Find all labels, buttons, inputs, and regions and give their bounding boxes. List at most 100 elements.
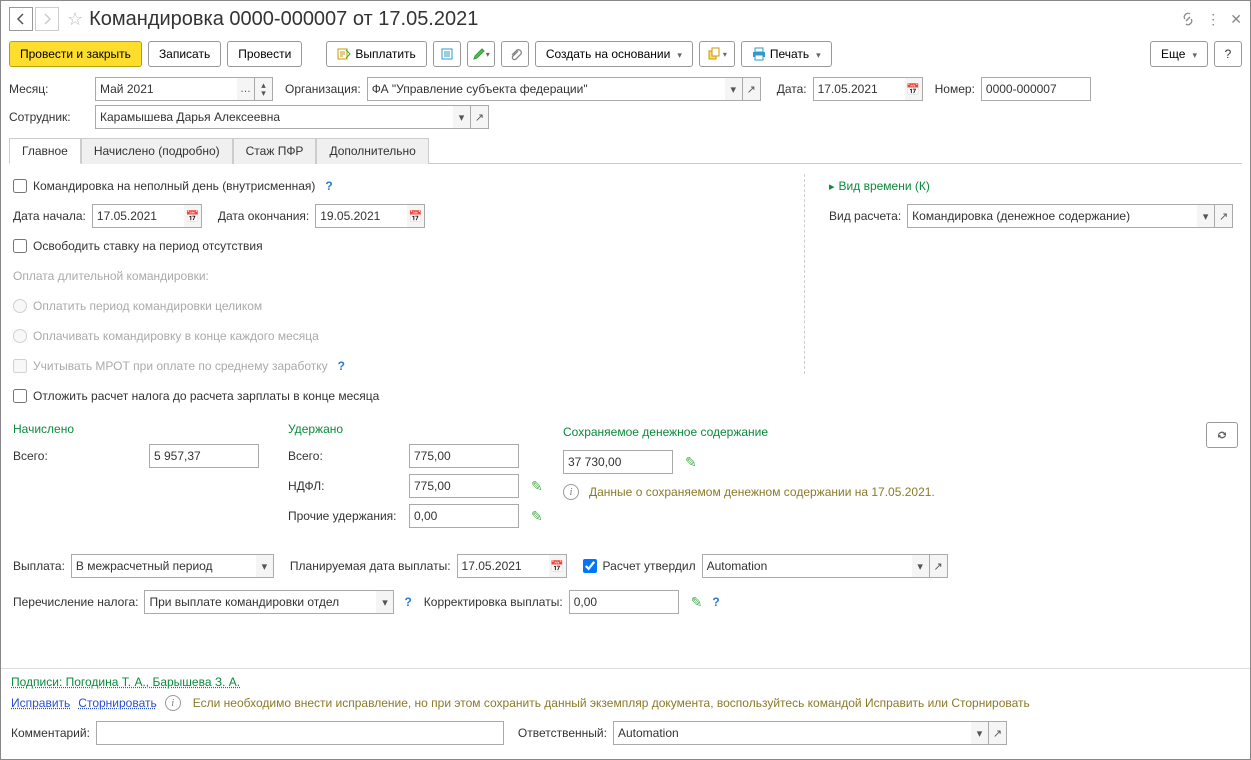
payment-label: Выплата: xyxy=(13,559,65,573)
help-icon[interactable]: ? xyxy=(404,595,411,609)
pay-monthly-radio: Оплачивать командировку в конце каждого … xyxy=(13,329,319,343)
pencil-icon[interactable]: ✎ xyxy=(691,594,703,611)
responsible-open[interactable] xyxy=(989,721,1007,745)
window-title: Командировка 0000-000007 от 17.05.2021 xyxy=(89,8,1180,31)
release-rate-checkbox[interactable]: Освободить ставку на период отсутствия xyxy=(13,239,263,253)
org-open[interactable] xyxy=(743,77,761,101)
info-icon: i xyxy=(165,695,181,711)
accrued-total-label: Всего: xyxy=(13,449,143,463)
accrued-head: Начислено xyxy=(13,422,268,436)
list-icon-button[interactable] xyxy=(433,41,461,67)
pencil-icon[interactable]: ✎ xyxy=(685,454,697,471)
corr-field[interactable]: 0,00 xyxy=(569,590,679,614)
withheld-total-field[interactable]: 775,00 xyxy=(409,444,519,468)
pencil-icon[interactable]: ✎ xyxy=(531,508,543,525)
employee-label: Сотрудник: xyxy=(9,110,89,124)
other-withheld-label: Прочие удержания: xyxy=(288,509,403,523)
attach-icon-button[interactable] xyxy=(501,41,529,67)
fix-link[interactable]: Исправить xyxy=(11,696,70,710)
close-icon[interactable]: ✕ xyxy=(1230,11,1242,28)
date-field[interactable]: 17.05.2021 xyxy=(813,77,905,101)
favorite-icon[interactable]: ☆ xyxy=(67,9,83,30)
approved-by-dropdown[interactable]: ▾ xyxy=(912,554,930,578)
help-icon[interactable]: ? xyxy=(325,179,332,193)
planned-date-calendar[interactable] xyxy=(549,554,567,578)
end-date-field[interactable]: 19.05.2021 xyxy=(315,204,407,228)
employee-field[interactable]: Карамышева Дарья Алексеевна xyxy=(95,105,453,129)
pencil-icon[interactable]: ✎ xyxy=(531,478,543,495)
create-based-button[interactable]: Создать на основании xyxy=(535,41,693,67)
calc-type-field[interactable]: Командировка (денежное содержание) xyxy=(907,204,1197,228)
pay-button[interactable]: Выплатить xyxy=(326,41,427,67)
nav-forward xyxy=(35,7,59,31)
help-icon[interactable]: ? xyxy=(712,595,719,609)
more-icon[interactable]: ⋮ xyxy=(1206,11,1220,28)
responsible-field[interactable]: Automation xyxy=(613,721,971,745)
print-button[interactable]: Печать xyxy=(741,41,832,67)
save-button[interactable]: Записать xyxy=(148,41,221,67)
payment-mode-field[interactable]: В межрасчетный период xyxy=(71,554,256,578)
planned-date-field[interactable]: 17.05.2021 xyxy=(457,554,549,578)
payment-mode-dropdown[interactable]: ▾ xyxy=(256,554,274,578)
calc-type-dropdown[interactable]: ▾ xyxy=(1197,204,1215,228)
calc-type-open[interactable] xyxy=(1215,204,1233,228)
kept-head: Сохраняемое денежное содержание xyxy=(563,425,1206,439)
storno-link[interactable]: Сторнировать xyxy=(78,696,156,710)
month-clear[interactable]: … xyxy=(237,77,255,101)
delay-tax-checkbox[interactable]: Отложить расчет налога до расчета зарпла… xyxy=(13,389,379,403)
approved-checkbox[interactable]: Расчет утвердил xyxy=(583,559,696,573)
footer-info-text: Если необходимо внести исправление, но п… xyxy=(193,696,1030,710)
help-button[interactable]: ? xyxy=(1214,41,1242,67)
accrued-total-field[interactable]: 5 957,37 xyxy=(149,444,259,468)
tax-transfer-field[interactable]: При выплате командировки отдел xyxy=(144,590,376,614)
ndfl-field[interactable]: 775,00 xyxy=(409,474,519,498)
post-and-close-button[interactable]: Провести и закрыть xyxy=(9,41,142,67)
date-label: Дата: xyxy=(777,82,807,96)
month-spinner[interactable]: ▴▾ xyxy=(255,77,273,101)
signatures-link[interactable]: Подписи: Погодина Т. А., Барышева З. А. xyxy=(11,675,240,689)
more-button[interactable]: Еще xyxy=(1150,41,1208,67)
approved-by-open[interactable] xyxy=(930,554,948,578)
start-date-calendar[interactable] xyxy=(184,204,202,228)
date-calendar[interactable] xyxy=(905,77,923,101)
time-kind-link[interactable]: Вид времени (К) xyxy=(829,179,930,193)
kept-note: Данные о сохраняемом денежном содержании… xyxy=(589,485,935,499)
tab-main[interactable]: Главное xyxy=(9,138,81,164)
corr-label: Корректировка выплаты: xyxy=(424,595,563,609)
tab-more[interactable]: Дополнительно xyxy=(316,138,428,164)
comment-field[interactable] xyxy=(96,721,504,745)
number-field[interactable]: 0000-000007 xyxy=(981,77,1091,101)
responsible-dropdown[interactable]: ▾ xyxy=(971,721,989,745)
org-field[interactable]: ФА "Управление субъекта федерации" xyxy=(367,77,725,101)
partial-day-checkbox[interactable]: Командировка на неполный день (внутрисме… xyxy=(13,179,315,193)
post-button[interactable]: Провести xyxy=(227,41,302,67)
tab-pfr[interactable]: Стаж ПФР xyxy=(233,138,317,164)
tax-transfer-label: Перечисление налога: xyxy=(13,595,138,609)
help-icon[interactable]: ? xyxy=(338,359,345,373)
month-field[interactable]: Май 2021 xyxy=(95,77,237,101)
number-label: Номер: xyxy=(935,82,975,96)
planned-date-label: Планируемая дата выплаты: xyxy=(290,559,451,573)
org-label: Организация: xyxy=(285,82,361,96)
employee-dropdown[interactable]: ▾ xyxy=(453,105,471,129)
tax-transfer-dropdown[interactable]: ▾ xyxy=(376,590,394,614)
kept-value-field[interactable]: 37 730,00 xyxy=(563,450,673,474)
start-date-label: Дата начала: xyxy=(13,209,86,223)
tab-accrued[interactable]: Начислено (подробно) xyxy=(81,138,233,164)
nav-back[interactable] xyxy=(9,7,33,31)
approved-by-field[interactable]: Automation xyxy=(702,554,912,578)
refresh-button[interactable] xyxy=(1206,422,1238,448)
start-date-field[interactable]: 17.05.2021 xyxy=(92,204,184,228)
end-date-label: Дата окончания: xyxy=(218,209,309,223)
calc-type-label: Вид расчета: xyxy=(829,209,901,223)
other-withheld-field[interactable]: 0,00 xyxy=(409,504,519,528)
withheld-total-label: Всего: xyxy=(288,449,403,463)
responsible-label: Ответственный: xyxy=(518,726,607,740)
edit-icon-button[interactable]: ▾ xyxy=(467,41,495,67)
employee-open[interactable] xyxy=(471,105,489,129)
link-icon[interactable] xyxy=(1180,11,1196,27)
copy-icon-button[interactable]: ▾ xyxy=(699,41,735,67)
org-dropdown[interactable]: ▾ xyxy=(725,77,743,101)
pay-whole-radio: Оплатить период командировки целиком xyxy=(13,299,262,313)
end-date-calendar[interactable] xyxy=(407,204,425,228)
